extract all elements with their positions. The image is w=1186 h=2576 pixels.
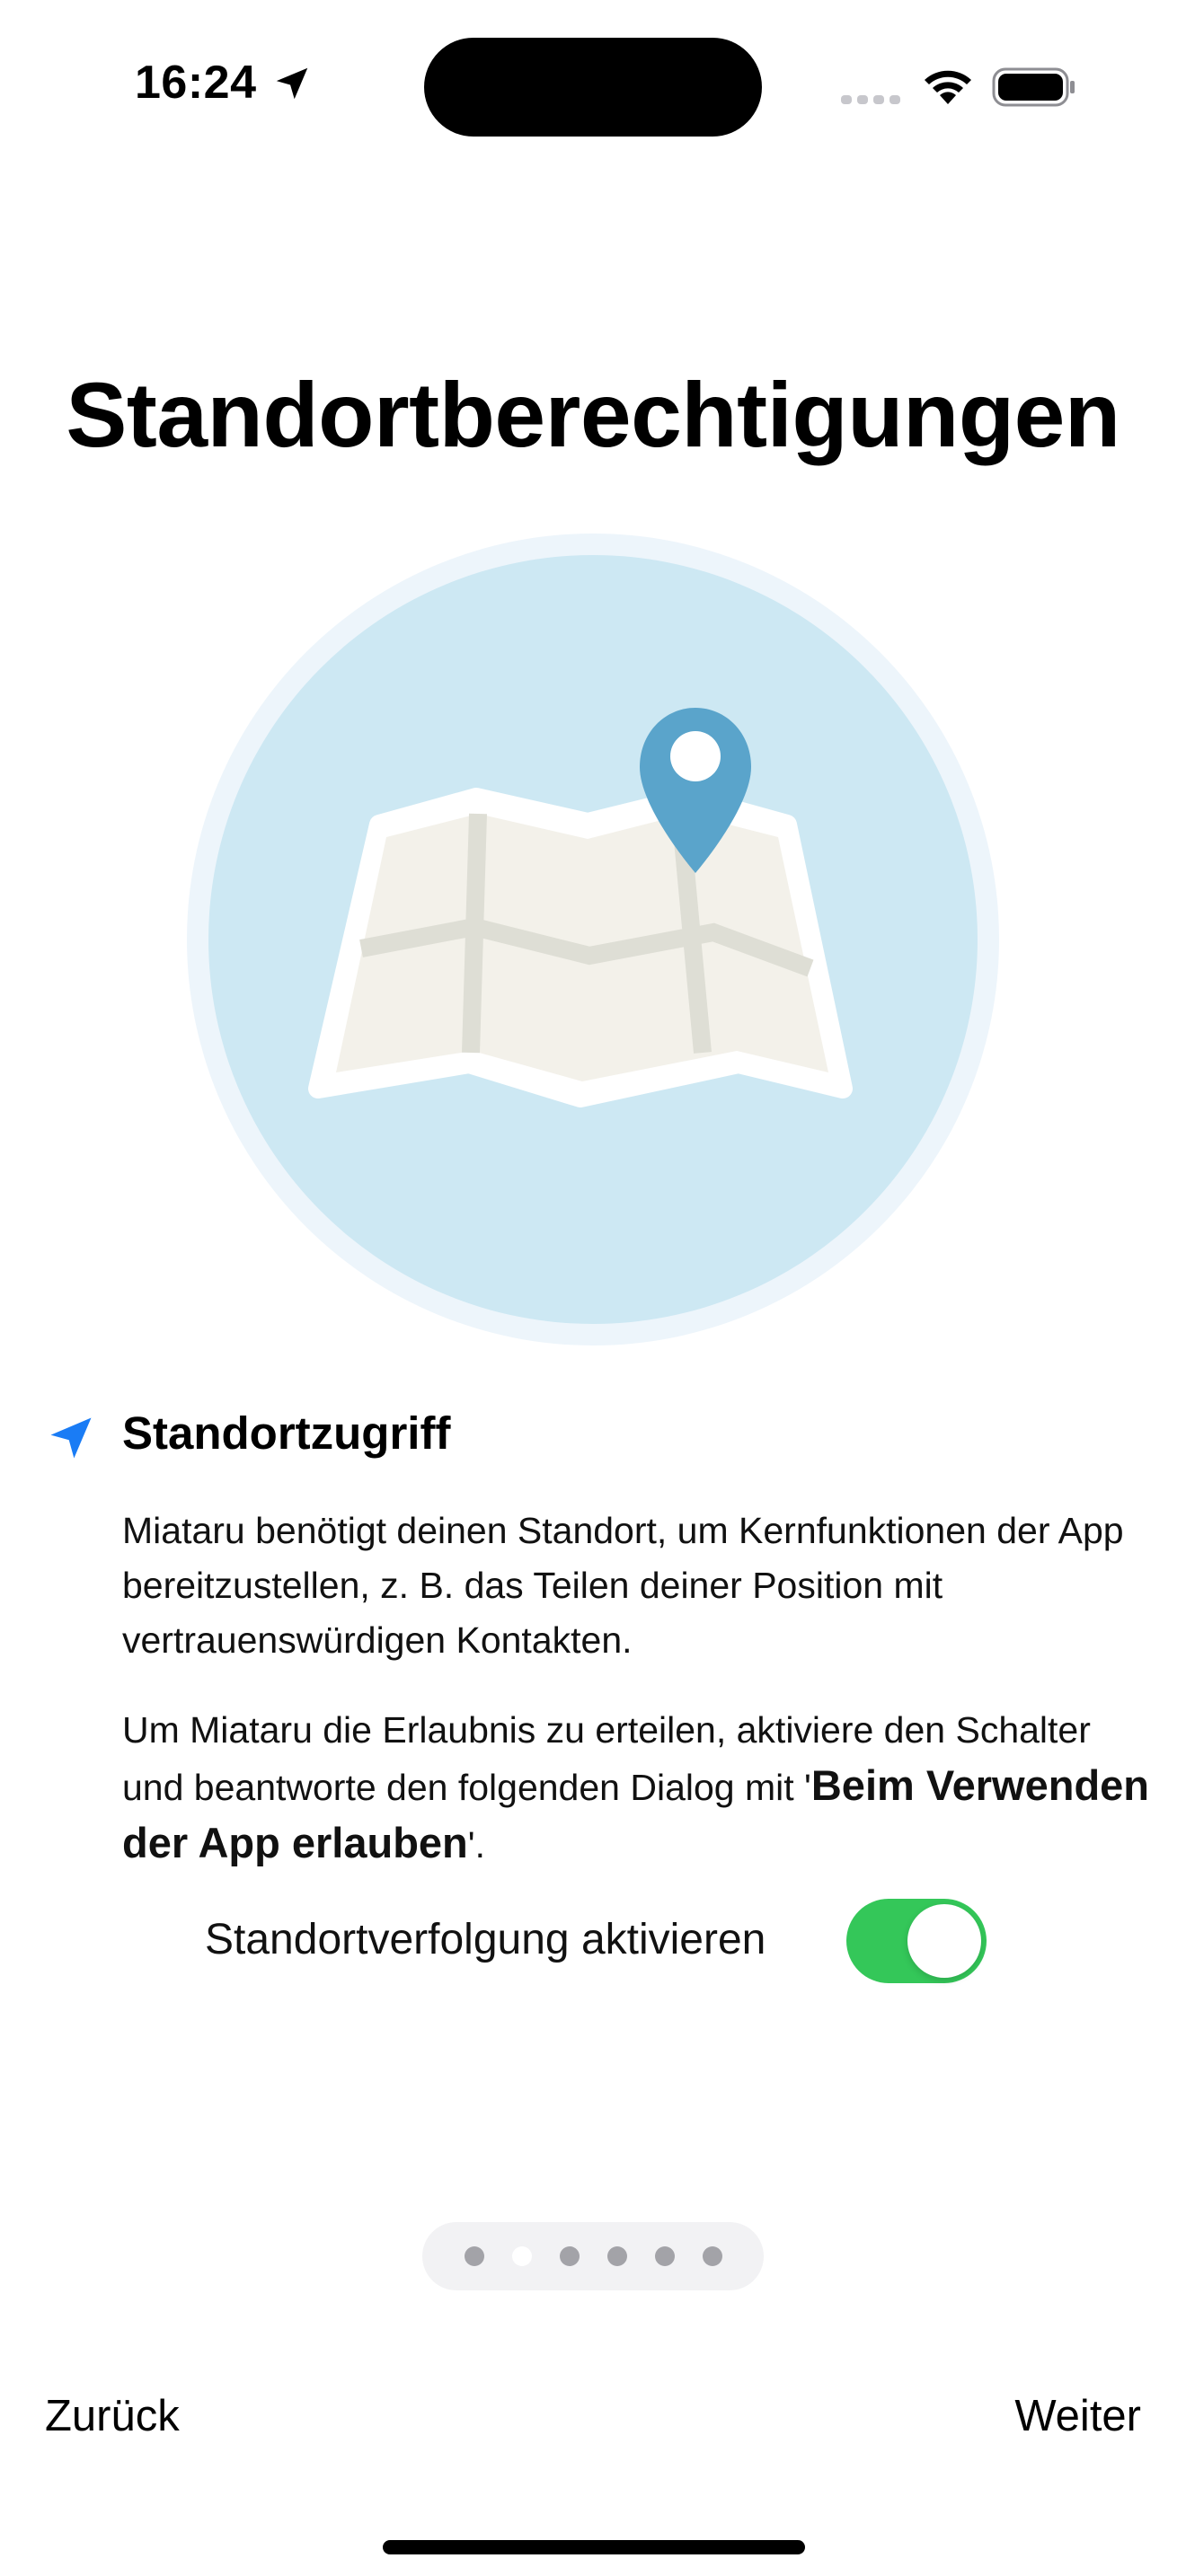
toggle-knob <box>907 1904 981 1978</box>
location-arrow-icon <box>276 67 308 100</box>
next-button[interactable]: Weiter <box>1014 2391 1141 2441</box>
home-indicator[interactable] <box>383 2540 805 2554</box>
map-with-pin-icon <box>187 534 999 1345</box>
location-tracking-toggle[interactable] <box>846 1899 987 1983</box>
battery-icon <box>992 67 1075 107</box>
feature-title: Standortzugriff <box>122 1407 451 1459</box>
feature-description: Miataru benötigt deinen Standort, um Ker… <box>122 1510 1124 1661</box>
signal-dots-icon <box>841 95 900 104</box>
wifi-icon <box>925 70 971 104</box>
dynamic-island <box>424 38 762 137</box>
location-arrow-icon <box>50 1417 92 1459</box>
page-dot[interactable] <box>654 2246 675 2266</box>
page-dot[interactable] <box>559 2246 580 2266</box>
page-dot[interactable] <box>464 2246 484 2266</box>
page-dot[interactable] <box>606 2246 627 2266</box>
back-button[interactable]: Zurück <box>45 2391 180 2441</box>
page-dot[interactable] <box>702 2246 722 2266</box>
location-tracking-label: Standortverfolgung aktivieren <box>205 1916 766 1963</box>
page-title: Standortberechtigungen <box>66 364 1120 466</box>
status-time: 16:24 <box>135 57 257 109</box>
page-indicator <box>422 2222 764 2290</box>
feature-instructions: Um Miataru die Erlaubnis zu erteilen, ak… <box>122 1703 1155 1873</box>
instructions-suffix: '. <box>467 1824 485 1866</box>
page-dot-active[interactable] <box>511 2246 532 2266</box>
